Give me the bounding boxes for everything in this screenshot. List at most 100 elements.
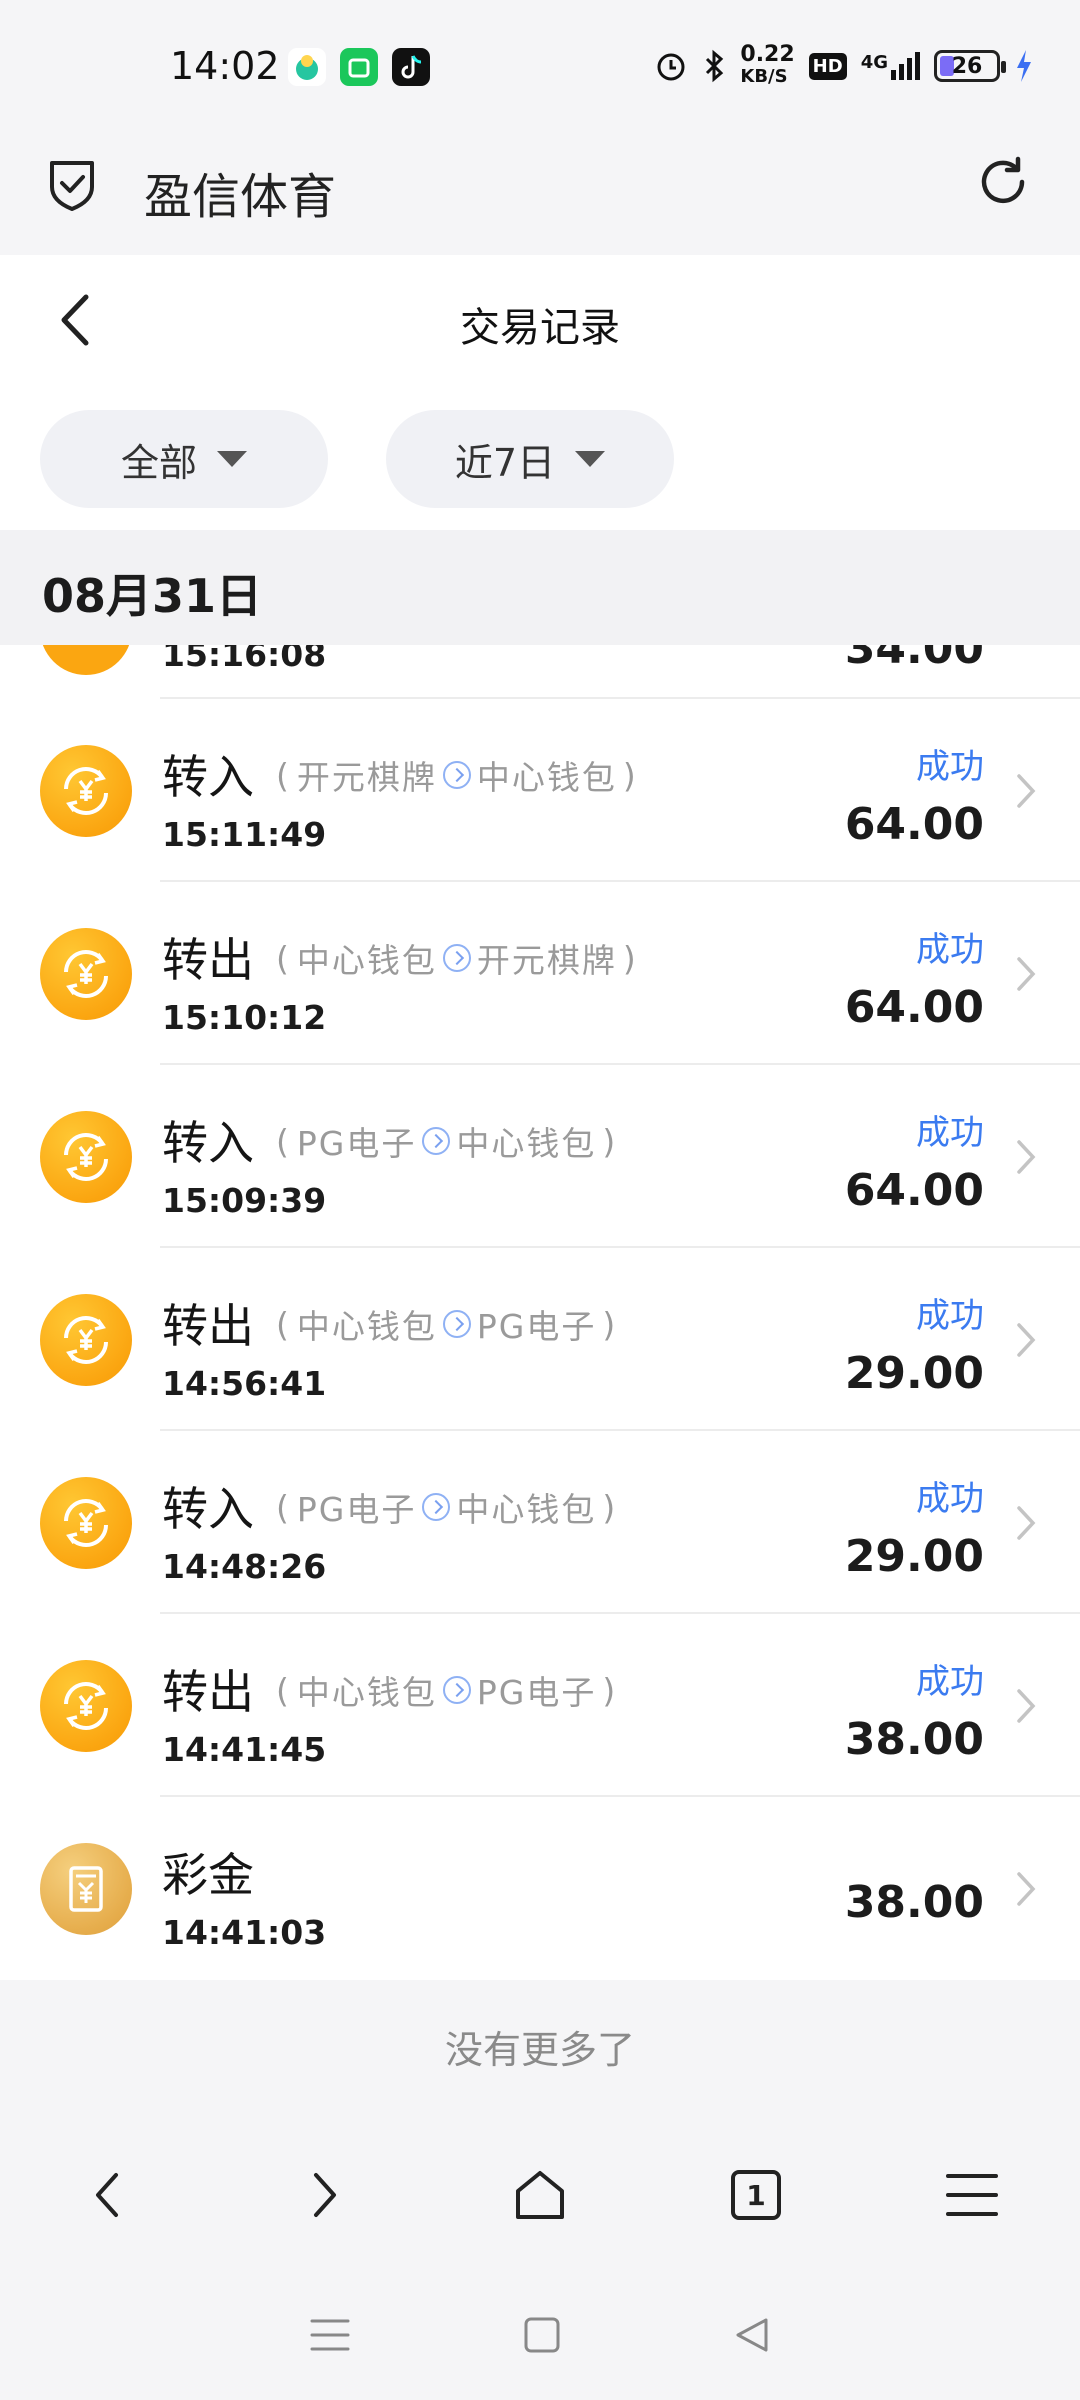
transfer-coin-icon — [40, 645, 132, 675]
reload-icon[interactable] — [972, 151, 1034, 213]
transaction-row[interactable]: 转出 (中心钱包 开元棋牌) 15:10:12 成功 64.00 — [0, 882, 1080, 1065]
alarm-icon — [657, 53, 685, 81]
status-indicators: 0.22 KB/S HD 4G 26 — [654, 44, 1034, 88]
row-amount: 29.00 — [844, 1531, 984, 1582]
row-amount: 64.00 — [844, 799, 984, 850]
row-amount: 64.00 — [844, 982, 984, 1033]
bluetooth-icon — [706, 49, 724, 83]
transaction-row-bonus[interactable]: 彩金 14:41:03 38.00 — [0, 1797, 1080, 1980]
transaction-row[interactable]: 转出 (中心钱包 PG电子) 14:56:41 成功 29.00 — [0, 1248, 1080, 1431]
app-notification-icon-1 — [288, 48, 326, 86]
row-time: 14:56:41 — [162, 1364, 327, 1403]
system-home-icon[interactable] — [522, 2315, 562, 2355]
net-speed-value: 0.22 — [740, 42, 795, 67]
browser-bottom-nav: 1 — [0, 2120, 1080, 2270]
net-speed: 0.22 KB/S — [740, 44, 794, 88]
app-notification-icon-2 — [340, 48, 378, 86]
route-from: 中心钱包 — [296, 941, 437, 980]
transaction-row[interactable]: 转入 (开元棋牌 中心钱包) 15:11:49 成功 64.00 — [0, 699, 1080, 882]
chevron-right-icon — [1017, 1140, 1036, 1174]
type-filter-dropdown[interactable]: 全部 — [40, 410, 328, 508]
date-group-header: 08月31日 — [0, 530, 1080, 645]
site-title[interactable]: 盈信体育 — [144, 157, 336, 227]
net-speed-unit: KB/S — [740, 66, 788, 87]
route-to: PG电子 — [476, 1673, 597, 1712]
transaction-list: 15:16:08 34.00 转入 (开元棋牌 中心钱包) 15:11:49 成功 64.… — [0, 645, 1080, 1980]
browser-home-button[interactable] — [500, 2155, 580, 2235]
browser-menu-button[interactable] — [932, 2155, 1012, 2235]
route-from: PG电子 — [296, 1490, 417, 1529]
route-from: 中心钱包 — [296, 1673, 437, 1712]
browser-forward-button[interactable] — [284, 2155, 364, 2235]
browser-tabs-button[interactable]: 1 — [716, 2155, 796, 2235]
transfer-coin-icon — [40, 928, 132, 1020]
transaction-row[interactable]: 转入 (PG电子 中心钱包) 15:09:39 成功 64.00 — [0, 1065, 1080, 1248]
route-to: 中心钱包 — [456, 1490, 597, 1529]
route-arrow-icon — [442, 1676, 471, 1704]
row-route: (PG电子 中心钱包) — [276, 1117, 617, 1165]
chevron-right-icon — [1017, 1689, 1036, 1723]
route-to: 中心钱包 — [476, 758, 617, 797]
route-arrow-icon — [422, 1127, 451, 1155]
transaction-row[interactable]: 转出(中心钱包 PG电子) 14:41:45 成功 38.00 — [0, 1614, 1080, 1797]
home-icon — [516, 2171, 564, 2219]
row-status: 成功 — [916, 930, 984, 970]
row-amount: 38.00 — [844, 1714, 984, 1765]
route-to: 中心钱包 — [456, 1124, 597, 1163]
row-status: 成功 — [916, 1113, 984, 1153]
chevron-right-icon — [314, 2173, 336, 2217]
route-to: 开元棋牌 — [476, 941, 617, 980]
route-from: 开元棋牌 — [296, 758, 437, 797]
row-status: 成功 — [916, 1662, 984, 1702]
transfer-coin-icon — [40, 1477, 132, 1569]
row-amount: 29.00 — [844, 1348, 984, 1399]
row-time: 14:41:03 — [162, 1913, 327, 1952]
system-navigation-bar — [0, 2270, 1080, 2400]
row-type: 转出 — [162, 1299, 254, 1353]
row-time: 14:48:26 — [162, 1547, 327, 1586]
row-time: 15:16:08 — [162, 645, 327, 674]
date-label: 08月31日 — [42, 569, 263, 623]
transfer-coin-icon — [40, 1660, 132, 1752]
row-status: 成功 — [916, 1296, 984, 1336]
row-type: 彩金 — [162, 1848, 254, 1902]
row-type: 转入 — [162, 750, 254, 804]
tab-count: 1 — [731, 2170, 781, 2220]
row-route: (中心钱包 开元棋牌) — [276, 934, 638, 982]
route-from: PG电子 — [296, 1124, 417, 1163]
row-type: 转出 — [162, 933, 254, 987]
menu-icon — [946, 2174, 998, 2216]
row-time: 15:10:12 — [162, 998, 327, 1037]
security-shield-icon[interactable] — [42, 153, 102, 213]
signal-icon: 4G — [861, 52, 920, 80]
charging-icon — [1017, 50, 1031, 82]
row-amount: 34.00 — [844, 645, 984, 674]
route-arrow-icon — [442, 761, 471, 789]
network-type-label: 4G — [860, 52, 888, 73]
recent-apps-icon[interactable] — [308, 2315, 352, 2355]
dropdown-arrow-icon — [217, 451, 247, 467]
chevron-right-icon — [1017, 957, 1036, 991]
transfer-coin-icon — [40, 745, 132, 837]
row-route: (中心钱包 PG电子) — [276, 1300, 617, 1348]
battery-level: 26 — [951, 53, 983, 79]
transaction-row[interactable]: 转入 (PG电子 中心钱包) 14:48:26 成功 29.00 — [0, 1431, 1080, 1614]
browser-back-button[interactable] — [68, 2155, 148, 2235]
row-status: 成功 — [916, 747, 984, 787]
date-range-filter-label: 近7日 — [454, 440, 556, 485]
dropdown-arrow-icon — [575, 451, 606, 467]
route-to: PG电子 — [476, 1307, 597, 1346]
transaction-row-partial[interactable]: 15:16:08 34.00 — [0, 645, 1080, 699]
no-more-indicator: 没有更多了 — [444, 2028, 635, 2072]
row-time: 15:09:39 — [162, 1181, 327, 1220]
bonus-voucher-icon — [40, 1843, 132, 1935]
hd-icon: HD — [808, 52, 847, 80]
date-range-filter-dropdown[interactable]: 近7日 — [386, 410, 674, 508]
status-bar: 14:02 0.22 KB/S HD 4G 26 — [0, 0, 1080, 135]
page-title: 交易记录 — [460, 305, 620, 351]
row-amount: 64.00 — [844, 1165, 984, 1216]
route-arrow-icon — [442, 944, 471, 972]
system-back-icon[interactable] — [732, 2315, 772, 2355]
tiktok-notification-icon — [392, 48, 430, 86]
status-time: 14:02 — [170, 44, 280, 88]
